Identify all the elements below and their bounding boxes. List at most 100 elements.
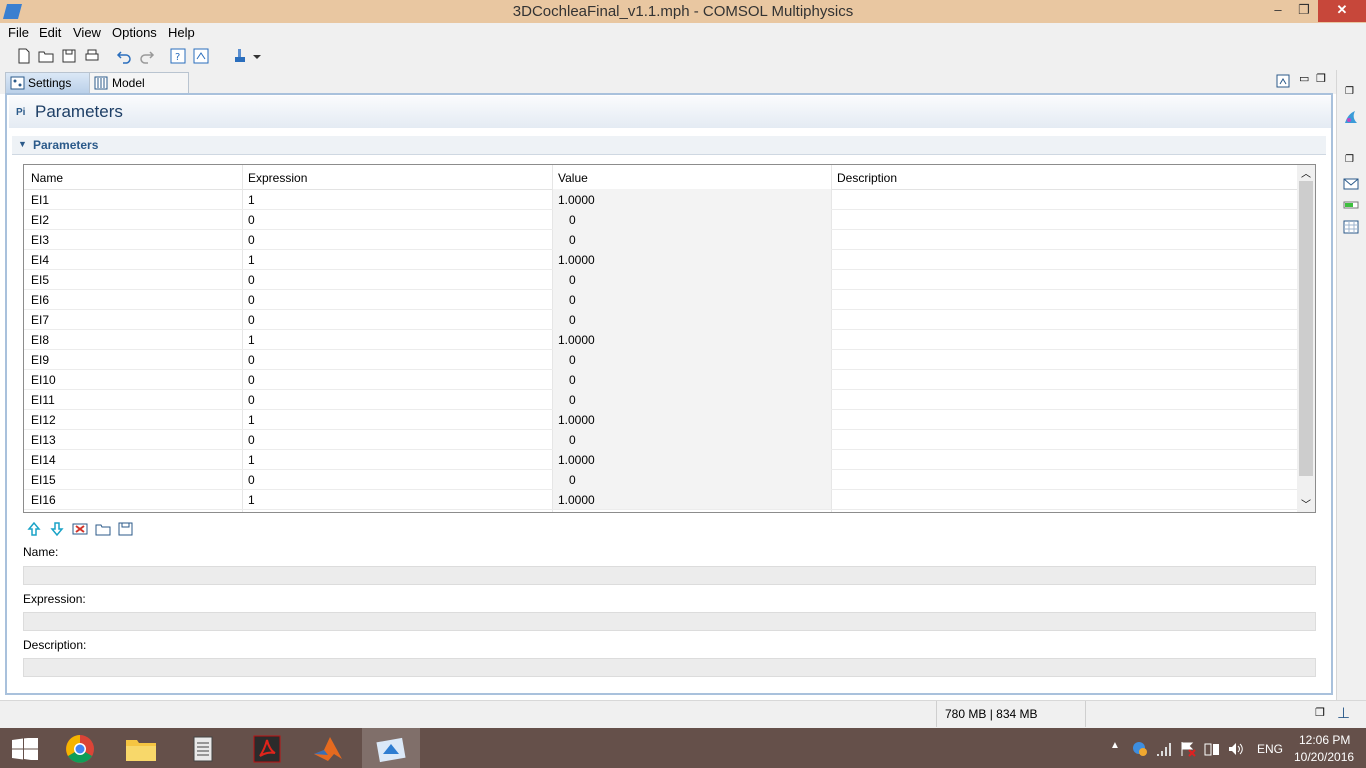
delete-icon[interactable] (72, 521, 88, 537)
cell-expression[interactable]: 1 (248, 193, 255, 207)
column-header-expression[interactable]: Expression (248, 171, 307, 185)
minimize-view-icon[interactable]: ▭ (1299, 72, 1309, 85)
table-row[interactable]: EI14 1 1.0000 (24, 449, 1298, 470)
progress-icon[interactable] (1343, 200, 1359, 210)
close-button[interactable]: ✕ (1318, 0, 1366, 22)
cell-name[interactable]: EI9 (31, 353, 49, 367)
table-row[interactable]: EI5 0 0 (24, 269, 1298, 290)
show-hidden-icons[interactable]: ▲ (1110, 740, 1120, 751)
cell-name[interactable]: EI14 (31, 453, 56, 467)
cell-expression[interactable]: 1 (248, 453, 255, 467)
cell-name[interactable]: EI10 (31, 373, 56, 387)
cell-expression[interactable]: 0 (248, 393, 255, 407)
description-field[interactable] (23, 658, 1316, 677)
pin-icon[interactable]: ⊥ (1337, 704, 1350, 722)
move-down-icon[interactable] (50, 521, 64, 537)
restore-button[interactable]: ❐ (1291, 0, 1317, 22)
context-help-icon[interactable] (193, 48, 209, 64)
table-row[interactable]: EI11 0 0 (24, 389, 1298, 410)
section-header-parameters[interactable]: ▼ Parameters (12, 136, 1326, 155)
table-row[interactable]: EI15 0 0 (24, 469, 1298, 490)
save-to-file-icon[interactable] (118, 521, 133, 537)
tab-settings[interactable]: Settings (5, 72, 97, 94)
restore-view-icon[interactable]: ❐ (1345, 86, 1354, 97)
new-file-icon[interactable] (16, 48, 32, 64)
minimize-button[interactable]: – (1265, 0, 1291, 22)
help-icon[interactable]: ? (170, 48, 186, 64)
cell-expression[interactable]: 0 (248, 273, 255, 287)
undo-icon[interactable] (116, 48, 132, 64)
cell-expression[interactable]: 1 (248, 413, 255, 427)
table-row[interactable]: EI7 0 0 (24, 309, 1298, 330)
table-row[interactable]: EI12 1 1.0000 (24, 409, 1298, 430)
restore-view-icon[interactable]: ❐ (1315, 706, 1325, 719)
windows-start-icon[interactable] (12, 738, 38, 760)
graphics-icon[interactable] (1343, 109, 1359, 125)
cell-expression[interactable]: 0 (248, 293, 255, 307)
cell-name[interactable]: EI12 (31, 413, 56, 427)
table-row[interactable]: EI1 1 1.0000 (24, 189, 1298, 210)
chevron-down-icon[interactable]: ﹀ (1301, 496, 1311, 511)
cell-expression[interactable]: 1 (248, 333, 255, 347)
cell-name[interactable]: EI4 (31, 253, 49, 267)
clock-time[interactable]: 12:06 PM (1299, 733, 1350, 747)
context-help-view-icon[interactable] (1276, 74, 1290, 88)
table-row[interactable]: EI2 0 0 (24, 209, 1298, 230)
open-folder-icon[interactable] (38, 48, 54, 64)
cell-name[interactable]: EI13 (31, 433, 56, 447)
cell-name[interactable]: EI11 (31, 393, 55, 407)
clock-date[interactable]: 10/20/2016 (1294, 750, 1354, 764)
cell-name[interactable]: EI16 (31, 493, 56, 507)
chevron-down-icon[interactable] (252, 48, 262, 64)
cell-name[interactable]: EI15 (31, 473, 56, 487)
cell-name[interactable]: EI2 (31, 213, 49, 227)
cell-expression[interactable]: 1 (248, 493, 255, 507)
expression-field[interactable] (23, 612, 1316, 631)
cell-expression[interactable]: 1 (248, 253, 255, 267)
load-from-file-icon[interactable] (95, 521, 111, 537)
cell-name[interactable]: EI8 (31, 333, 49, 347)
network-status-icon[interactable] (1132, 741, 1148, 757)
save-icon[interactable] (61, 48, 77, 64)
cell-name[interactable]: EI5 (31, 273, 49, 287)
cell-expression[interactable]: 0 (248, 353, 255, 367)
menu-edit[interactable]: Edit (39, 25, 61, 40)
cell-expression[interactable]: 0 (248, 233, 255, 247)
table-row[interactable]: EI13 0 0 (24, 429, 1298, 450)
tab-model-library[interactable]: Model Library (89, 72, 189, 111)
table-row[interactable]: EI16 1 1.0000 (24, 489, 1298, 510)
cell-name[interactable]: EI6 (31, 293, 49, 307)
cell-expression[interactable]: 0 (248, 373, 255, 387)
table-row[interactable]: EI3 0 0 (24, 229, 1298, 250)
column-header-value[interactable]: Value (558, 171, 588, 185)
matlab-taskbar-button[interactable] (300, 728, 358, 768)
table-row[interactable]: EI9 0 0 (24, 349, 1298, 370)
battery-icon[interactable] (1204, 741, 1220, 757)
cell-expression[interactable]: 0 (248, 433, 255, 447)
table-row[interactable]: EI4 1 1.0000 (24, 249, 1298, 270)
language-indicator[interactable]: ENG (1257, 742, 1283, 756)
signal-bars-icon[interactable] (1156, 741, 1172, 757)
cell-name[interactable]: EI7 (31, 313, 49, 327)
cell-expression[interactable]: 0 (248, 473, 255, 487)
menu-help[interactable]: Help (168, 25, 195, 40)
column-header-description[interactable]: Description (837, 171, 897, 185)
menu-file[interactable]: File (8, 25, 29, 40)
chrome-taskbar-button[interactable] (52, 728, 110, 768)
cell-name[interactable]: EI3 (31, 233, 49, 247)
comsol-taskbar-button[interactable] (362, 728, 420, 768)
action-center-icon[interactable] (1180, 741, 1196, 757)
move-up-icon[interactable] (27, 521, 41, 537)
acrobat-taskbar-button[interactable] (238, 728, 296, 768)
menu-options[interactable]: Options (112, 25, 157, 40)
documents-taskbar-button[interactable] (174, 728, 232, 768)
chevron-up-icon[interactable]: ︿ (1301, 165, 1311, 180)
print-icon[interactable] (84, 48, 100, 64)
cell-expression[interactable]: 0 (248, 213, 255, 227)
cell-name[interactable]: EI1 (31, 193, 49, 207)
volume-icon[interactable] (1228, 741, 1244, 757)
column-header-name[interactable]: Name (31, 171, 63, 185)
file-explorer-taskbar-button[interactable] (112, 728, 170, 768)
table-row[interactable]: EI10 0 0 (24, 369, 1298, 390)
table-row[interactable]: EI6 0 0 (24, 289, 1298, 310)
